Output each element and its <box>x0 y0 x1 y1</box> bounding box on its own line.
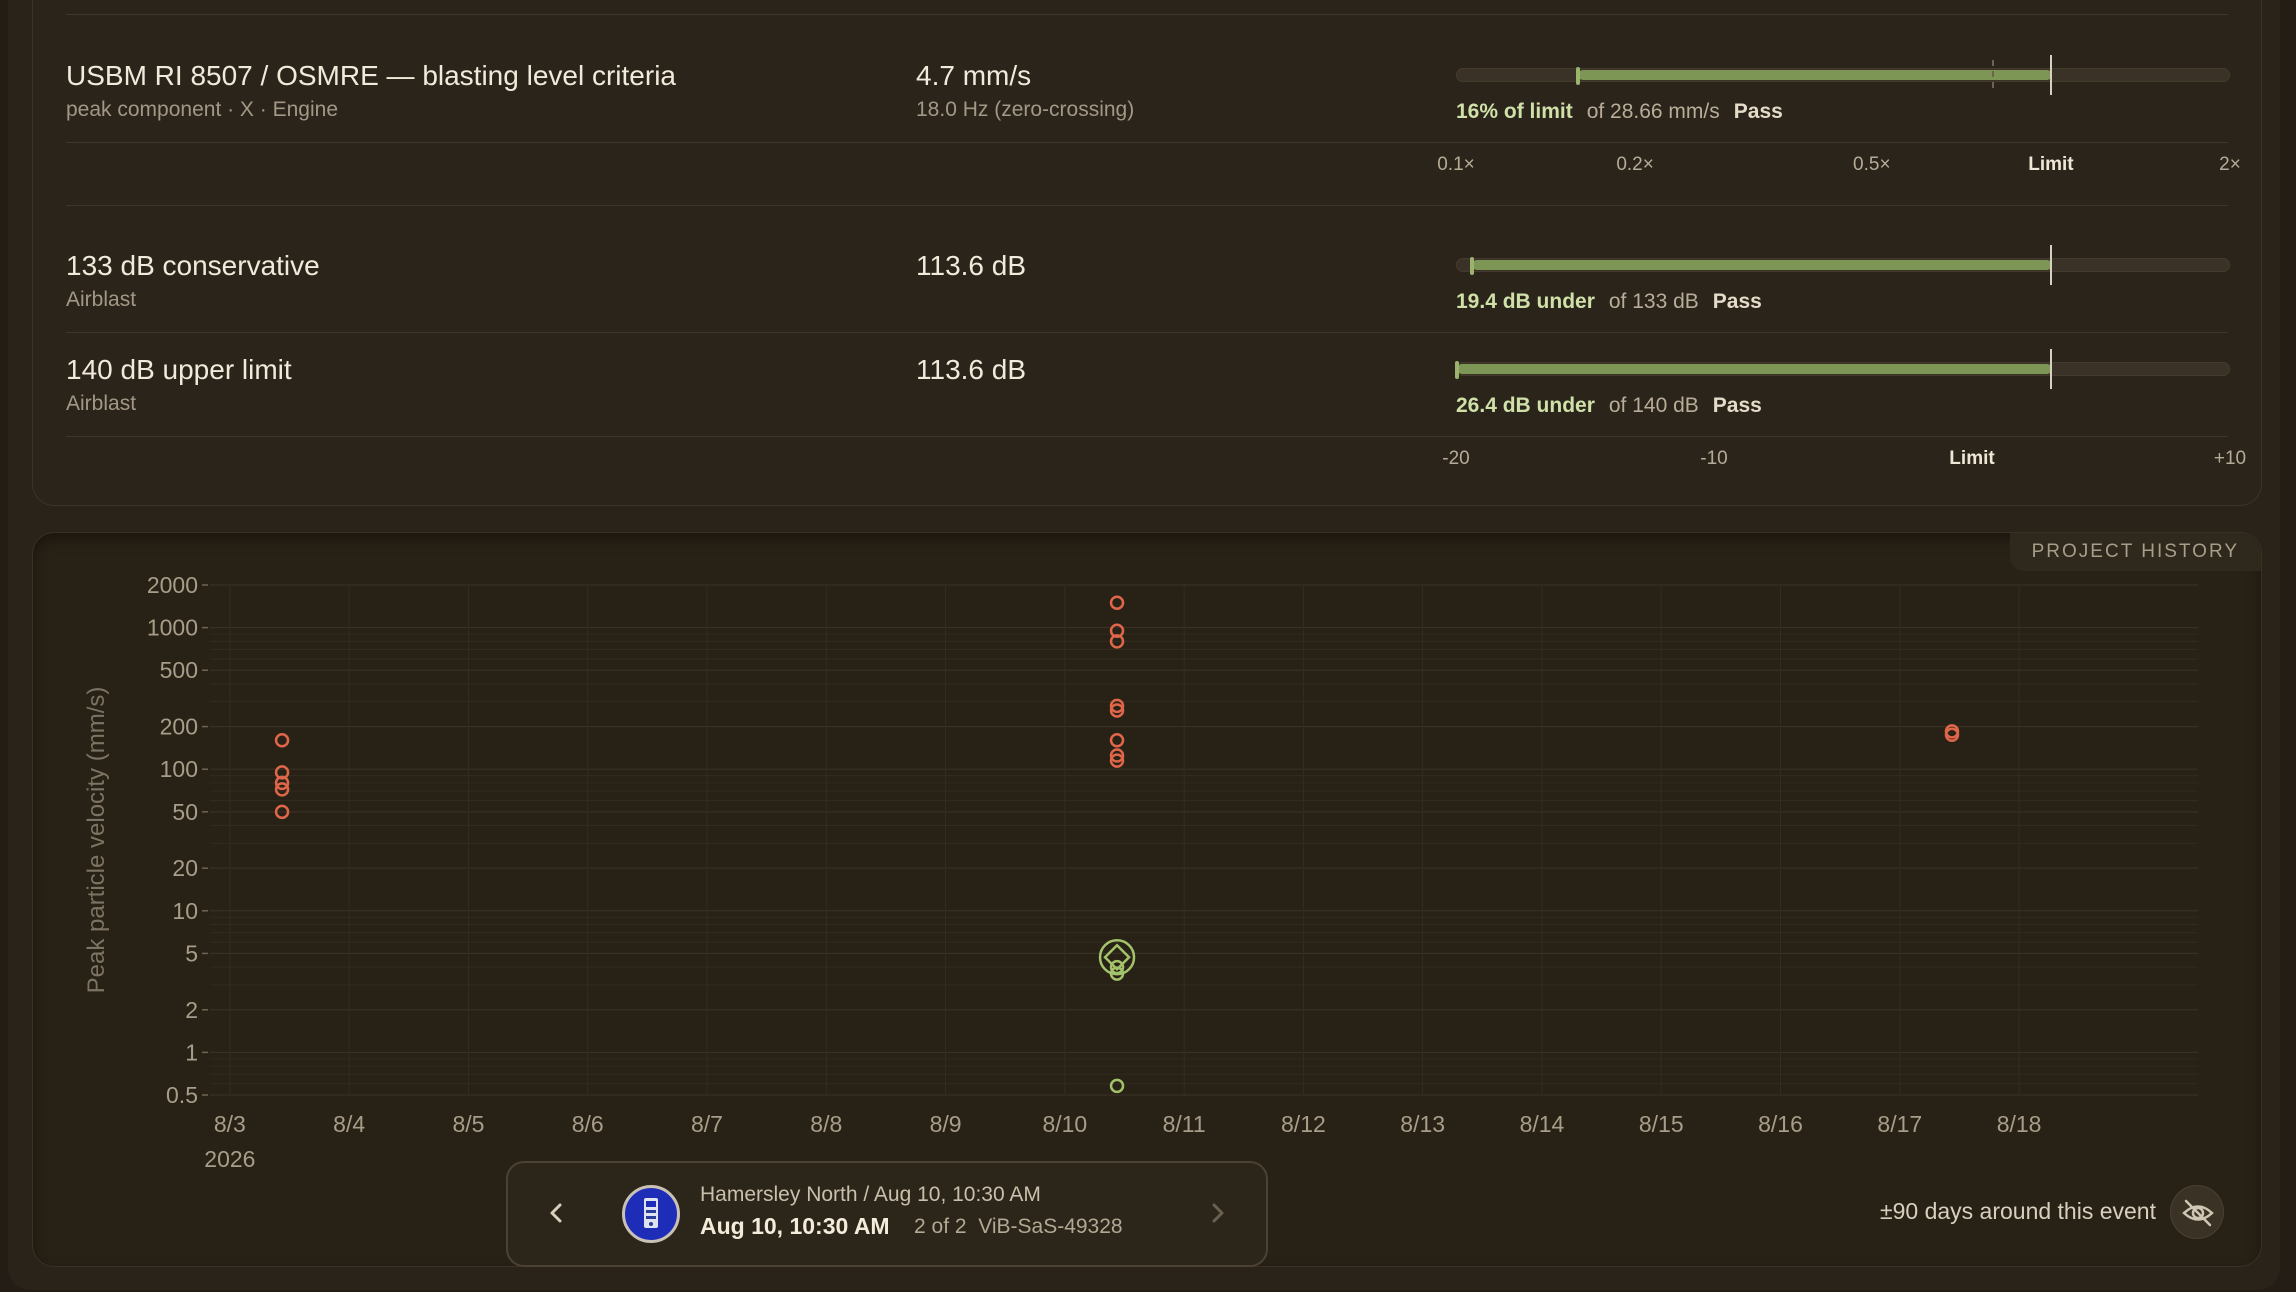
eye-off-icon <box>2182 1199 2214 1227</box>
x-tick-label: 8/6 <box>572 1111 604 1137</box>
x-tick-label: 8/10 <box>1042 1111 1087 1137</box>
x-year-label: 2026 <box>204 1146 255 1172</box>
event-position: 2 of 2 <box>914 1215 967 1238</box>
device-id: ViB-SaS-49328 <box>978 1215 1123 1238</box>
y-tick-label: 1000 <box>147 615 198 641</box>
seismograph-device-icon <box>644 1198 658 1228</box>
x-tick-label: 8/8 <box>810 1111 842 1137</box>
history-range-label: ±90 days around this event <box>1879 1198 2156 1224</box>
x-tick-label: 8/3 <box>214 1111 246 1137</box>
history-event-point <box>1109 733 1125 748</box>
this-event-point <box>1109 1078 1125 1094</box>
x-tick-label: 8/18 <box>1997 1111 2042 1137</box>
y-tick-label: 2 <box>185 997 198 1023</box>
y-tick-label: 500 <box>160 657 198 683</box>
y-tick-label: 50 <box>172 799 198 825</box>
x-tick-label: 8/13 <box>1400 1111 1445 1137</box>
x-tick-label: 8/4 <box>333 1111 365 1137</box>
x-tick-label: 8/9 <box>930 1111 962 1137</box>
y-tick-label: 1 <box>185 1039 198 1065</box>
y-tick-label: 100 <box>160 756 198 782</box>
x-tick-label: 8/14 <box>1520 1111 1565 1137</box>
x-tick-label: 8/17 <box>1877 1111 1922 1137</box>
y-tick-label: 10 <box>172 898 198 924</box>
event-date: Aug 10, 10:30 AM <box>700 1213 890 1239</box>
chevron-right-icon <box>1212 1203 1224 1223</box>
x-tick-label: 8/16 <box>1758 1111 1803 1137</box>
history-event-point <box>274 733 290 748</box>
x-tick-label: 8/12 <box>1281 1111 1326 1137</box>
device-avatar <box>622 1185 680 1243</box>
x-tick-label: 8/15 <box>1639 1111 1684 1137</box>
next-event-button[interactable] <box>1198 1193 1238 1233</box>
previous-event-button[interactable] <box>536 1193 576 1233</box>
hide-history-button[interactable] <box>2170 1185 2224 1239</box>
x-tick-label: 8/11 <box>1163 1111 1206 1137</box>
event-navigator: Hamersley North / Aug 10, 10:30 AM Aug 1… <box>506 1161 1268 1267</box>
y-tick-label: 20 <box>172 855 198 881</box>
event-meta: 2 of 2 ViB-SaS-49328 <box>914 1215 1123 1239</box>
event-title: Hamersley North / Aug 10, 10:30 AM <box>700 1183 1041 1206</box>
x-tick-label: 8/5 <box>452 1111 484 1137</box>
selected-event-marker <box>1103 943 1131 971</box>
chevron-left-icon <box>550 1203 562 1223</box>
y-tick-label: 0.5 <box>166 1082 198 1108</box>
x-tick-label: 8/7 <box>691 1111 723 1137</box>
history-event-point <box>1109 595 1125 610</box>
y-tick-label: 200 <box>160 714 198 740</box>
y-axis-label: Peak particle velocity (mm/s) <box>83 687 110 994</box>
y-tick-label: 2000 <box>147 572 198 598</box>
y-tick-label: 5 <box>185 940 198 966</box>
ppv-history-chart[interactable]: 2000 1000 500 200 100 50 20 10 5 2 1 0.5 8/3 2026 8/4 8… <box>0 0 2296 1292</box>
